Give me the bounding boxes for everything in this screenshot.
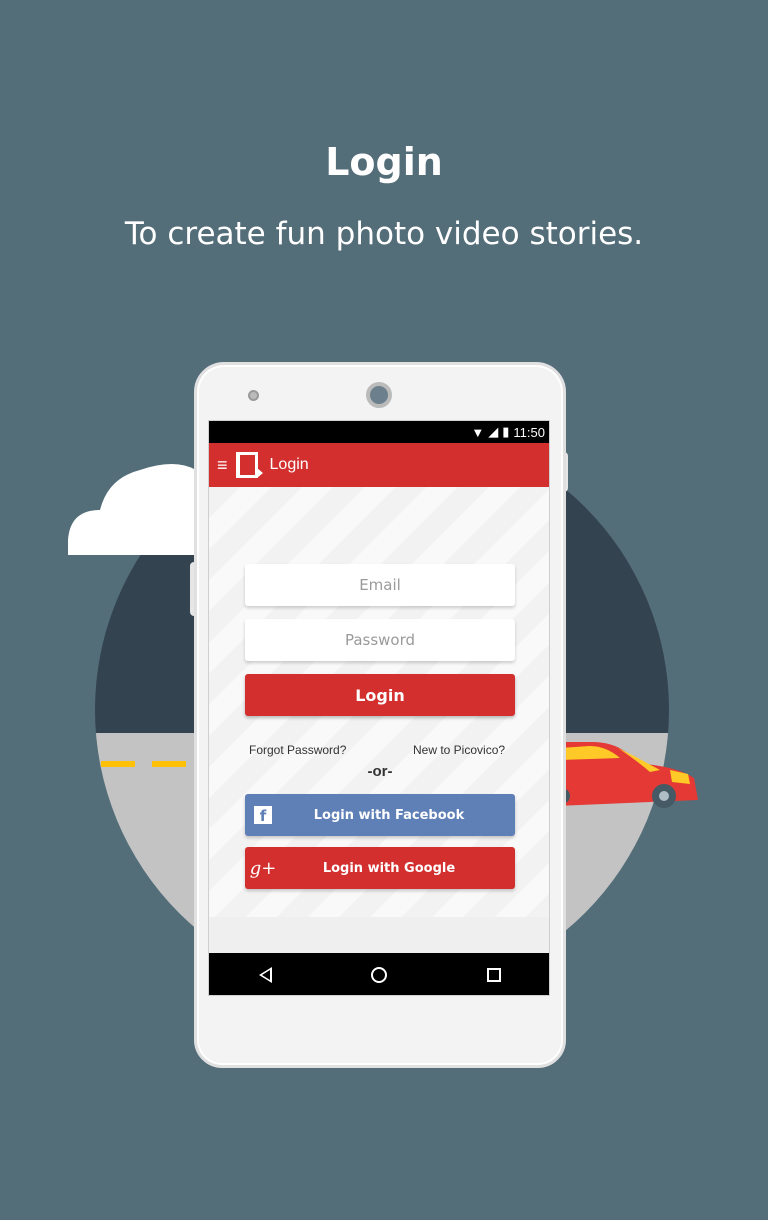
battery-icon: ▮ xyxy=(502,424,510,439)
google-login-button[interactable]: g+ Login with Google xyxy=(245,847,515,889)
app-bar: ≡ Login xyxy=(209,443,549,487)
road-mark-1 xyxy=(101,761,135,767)
email-field[interactable] xyxy=(245,564,515,606)
or-divider: -or- xyxy=(367,763,393,780)
back-triangle-icon[interactable] xyxy=(258,967,272,983)
status-bar: ▼ ◢ ▮ 11:50 xyxy=(209,421,549,443)
phone-camera-icon xyxy=(366,382,392,408)
facebook-icon: f xyxy=(245,805,281,826)
navigation-bar xyxy=(209,953,549,995)
phone-screen: ▼ ◢ ▮ 11:50 ≡ Login Login Forgot Passwor… xyxy=(208,420,550,996)
password-field[interactable] xyxy=(245,619,515,661)
facebook-login-button[interactable]: f Login with Facebook xyxy=(245,794,515,836)
home-circle-icon[interactable] xyxy=(371,967,388,983)
wifi-icon: ▼ xyxy=(471,424,485,440)
recents-square-icon[interactable] xyxy=(487,968,502,982)
hamburger-menu-icon[interactable]: ≡ xyxy=(217,456,228,474)
facebook-login-label: Login with Facebook xyxy=(313,807,465,823)
new-user-link[interactable]: New to Picovico? xyxy=(413,743,505,757)
google-login-label: Login with Google xyxy=(322,860,456,876)
signal-icon: ◢ xyxy=(488,424,499,439)
status-time: 11:50 xyxy=(513,424,545,440)
phone-sensor-icon xyxy=(248,390,259,401)
forgot-password-link[interactable]: Forgot Password? xyxy=(249,743,346,757)
app-bar-title: Login xyxy=(269,456,309,473)
google-plus-icon: g+ xyxy=(249,857,277,879)
picovico-logo-icon xyxy=(235,452,263,478)
cloud-icon xyxy=(68,464,196,555)
login-button[interactable]: Login xyxy=(245,674,515,716)
road-mark-2 xyxy=(152,761,186,767)
